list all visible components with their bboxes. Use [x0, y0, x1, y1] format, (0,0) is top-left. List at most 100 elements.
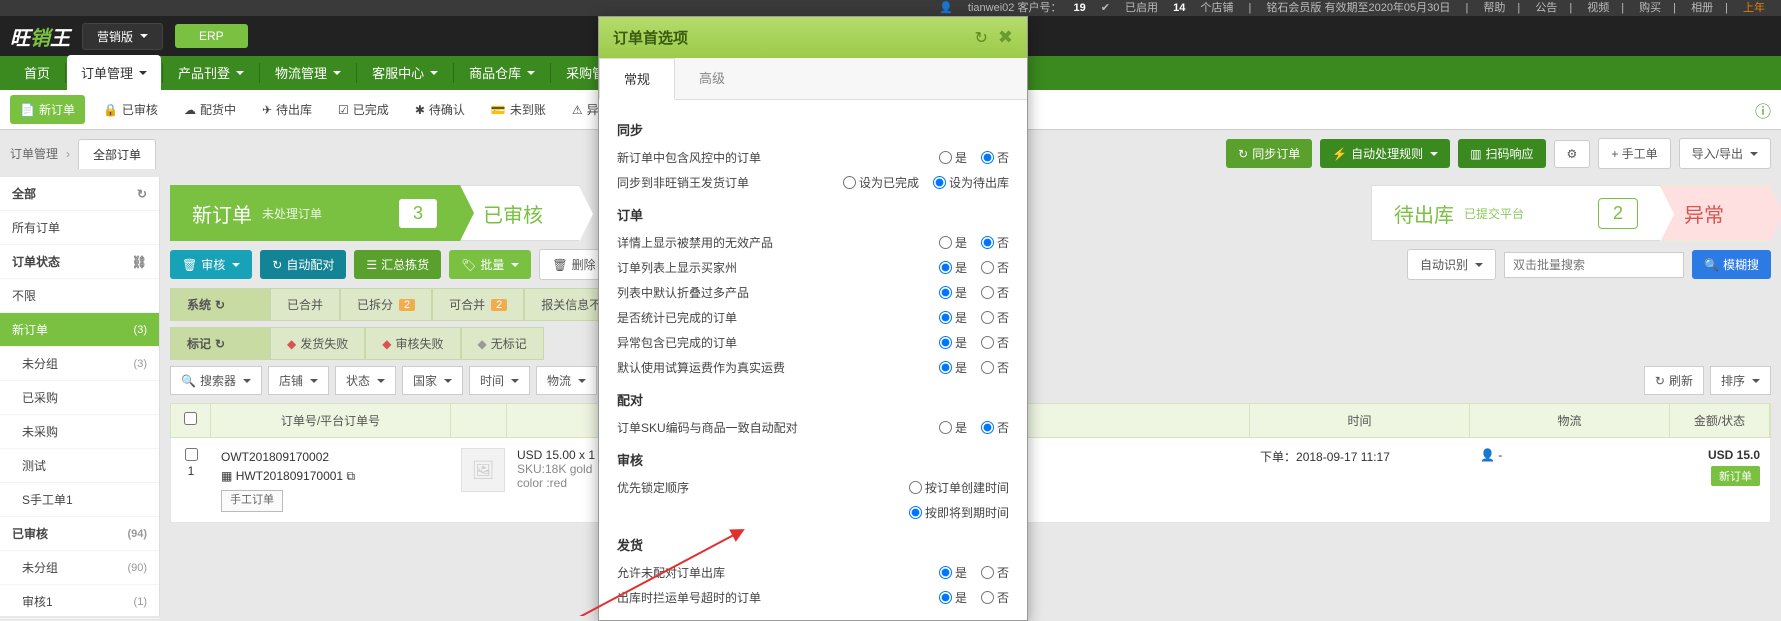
radio-yes[interactable]: 是	[939, 419, 967, 436]
nav-service[interactable]: 客服中心	[358, 55, 452, 90]
radio-yes[interactable]: 是	[939, 149, 967, 166]
refresh-icon[interactable]: ↻	[975, 28, 988, 48]
product-image[interactable]: 🖼	[451, 444, 507, 496]
radio-yes[interactable]: 是	[939, 234, 967, 251]
new-order-button[interactable]: 📄新订单	[10, 95, 85, 124]
radio-outbound[interactable]: 设为待出库	[933, 174, 1009, 191]
checkbox-all[interactable]	[184, 412, 197, 425]
sys-split[interactable]: 已拆分2	[340, 288, 432, 321]
auto-detect-select[interactable]: 自动识别	[1407, 249, 1496, 280]
radio-yes[interactable]: 是	[939, 589, 967, 606]
breadcrumb-active[interactable]: 全部订单	[78, 139, 156, 169]
refresh-button[interactable]: ↻刷新	[1644, 366, 1704, 395]
tag-head[interactable]: 标记 ↻	[170, 327, 270, 360]
radio-done[interactable]: 设为已完成	[843, 174, 919, 191]
stage-new[interactable]: 新订单 未处理订单 3	[170, 185, 460, 241]
tab-advanced[interactable]: 高级	[675, 58, 749, 99]
stage-outbound[interactable]: 待出库 已提交平台 2	[1371, 185, 1661, 241]
radio-no[interactable]: 否	[981, 359, 1009, 376]
search-button[interactable]: 🔍模糊搜	[1692, 250, 1771, 279]
sort-button[interactable]: 排序	[1710, 366, 1771, 395]
side-audited[interactable]: 已审核(94)	[0, 517, 159, 551]
row-checkbox[interactable]	[185, 448, 198, 461]
side-ungrouped2[interactable]: 未分组(90)	[0, 551, 159, 585]
nav-warehouse[interactable]: 商品仓库	[455, 55, 549, 90]
copy-icon[interactable]: ⧉	[346, 469, 355, 483]
album-link[interactable]: 相册	[1691, 2, 1713, 14]
th-checkbox[interactable]	[171, 404, 211, 437]
radio-create[interactable]: 按订单创建时间	[909, 479, 1009, 496]
side-manual[interactable]: S手工单1	[0, 483, 159, 517]
radio-expire[interactable]: 按即将到期时间	[909, 504, 1009, 521]
tag-audit-fail[interactable]: ◆审核失败	[365, 327, 460, 360]
video-link[interactable]: 视频	[1587, 2, 1609, 14]
tb-done[interactable]: ☑已完成	[330, 97, 397, 122]
side-audit1[interactable]: 审核1(1)	[0, 585, 159, 619]
side-purchased[interactable]: 已采购	[0, 381, 159, 415]
radio-no[interactable]: 否	[981, 284, 1009, 301]
side-unpurchased[interactable]: 未采购	[0, 415, 159, 449]
auto-pair-button[interactable]: ↻自动配对	[260, 250, 346, 279]
side-status[interactable]: 订单状态⛓	[0, 245, 159, 279]
tag-ship-fail[interactable]: ◆发货失败	[270, 327, 365, 360]
notice-link[interactable]: 公告	[1535, 2, 1557, 14]
sys-head[interactable]: 系统 ↻	[170, 288, 270, 321]
sys-mergeable[interactable]: 可合并2	[432, 288, 524, 321]
refresh-icon[interactable]: ↻	[137, 187, 147, 201]
info-icon[interactable]: ⓘ	[1755, 98, 1771, 122]
batch-button[interactable]: 🏷批量	[449, 250, 531, 279]
scan-button[interactable]: ▥扫码响应	[1458, 139, 1545, 168]
side-all[interactable]: 全部↻	[0, 177, 159, 211]
filter-ship[interactable]: 物流	[536, 366, 597, 395]
trail-link[interactable]: 上年	[1743, 2, 1765, 14]
filter-search[interactable]: 🔍搜索器	[170, 366, 262, 395]
batch-search-input[interactable]	[1504, 252, 1684, 278]
nav-home[interactable]: 首页	[10, 55, 64, 90]
radio-no[interactable]: 否	[981, 234, 1009, 251]
gear-button[interactable]: ⚙	[1554, 140, 1591, 168]
tag-none[interactable]: ◆无标记	[461, 327, 544, 360]
buy-link[interactable]: 购买	[1639, 2, 1661, 14]
auto-rules-button[interactable]: ⚡自动处理规则	[1320, 139, 1450, 168]
radio-no[interactable]: 否	[981, 419, 1009, 436]
radio-no[interactable]: 否	[981, 589, 1009, 606]
radio-yes[interactable]: 是	[939, 309, 967, 326]
platform-order-id[interactable]: HWT201809170001	[236, 469, 343, 483]
side-test[interactable]: 测试	[0, 449, 159, 483]
filter-country[interactable]: 国家	[402, 366, 463, 395]
erp-button[interactable]: ERP	[175, 24, 248, 48]
side-ungrouped[interactable]: 未分组(3)	[0, 347, 159, 381]
radio-yes[interactable]: 是	[939, 334, 967, 351]
sales-menu[interactable]: 营销版	[82, 23, 163, 50]
audit-button[interactable]: 🗑审核	[170, 250, 252, 279]
filter-time[interactable]: 时间	[469, 366, 530, 395]
side-new[interactable]: 新订单(3)	[0, 313, 159, 347]
radio-yes[interactable]: 是	[939, 284, 967, 301]
radio-no[interactable]: 否	[981, 564, 1009, 581]
sync-orders-button[interactable]: ↻同步订单	[1226, 139, 1312, 168]
radio-no[interactable]: 否	[981, 309, 1009, 326]
nav-listing[interactable]: 产品刊登	[164, 55, 258, 90]
tb-outbound[interactable]: ✈待出库	[254, 97, 320, 122]
tb-packing[interactable]: ☁配货中	[176, 97, 244, 122]
radio-yes[interactable]: 是	[939, 564, 967, 581]
tab-general[interactable]: 常规	[599, 58, 675, 100]
help-link[interactable]: 帮助	[1483, 2, 1505, 14]
radio-no[interactable]: 否	[981, 334, 1009, 351]
sys-merged[interactable]: 已合并	[270, 288, 340, 321]
import-export-button[interactable]: 导入/导出	[1679, 138, 1771, 169]
nav-orders[interactable]: 订单管理	[67, 55, 161, 90]
tb-audited[interactable]: 🔒已审核	[95, 97, 166, 122]
filter-shop[interactable]: 店铺	[268, 366, 329, 395]
radio-no[interactable]: 否	[981, 259, 1009, 276]
close-icon[interactable]: ✖	[998, 27, 1013, 48]
stage-audited[interactable]: 已审核	[460, 185, 580, 241]
radio-no[interactable]: 否	[981, 149, 1009, 166]
side-all-orders[interactable]: 所有订单	[0, 211, 159, 245]
sum-pick-button[interactable]: ☰汇总拣货	[354, 250, 441, 279]
tb-pending[interactable]: ✱待确认	[407, 97, 473, 122]
radio-yes[interactable]: 是	[939, 359, 967, 376]
nav-logistics[interactable]: 物流管理	[261, 55, 355, 90]
filter-status[interactable]: 状态	[335, 366, 396, 395]
side-unlimited[interactable]: 不限	[0, 279, 159, 313]
